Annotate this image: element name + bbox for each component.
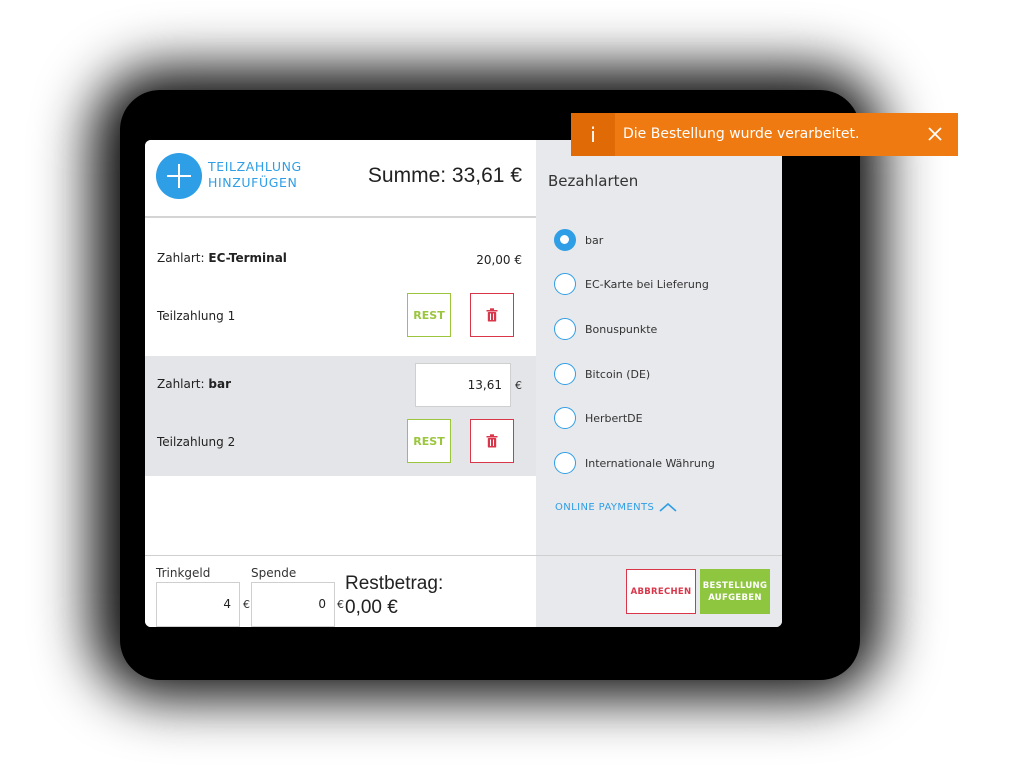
radio-button[interactable] (554, 229, 576, 251)
payment-option-bar[interactable]: bar (554, 228, 603, 252)
close-icon[interactable] (926, 125, 944, 143)
payment-option-label: EC-Karte bei Lieferung (585, 277, 709, 291)
radio-button[interactable] (554, 407, 576, 429)
total-sum: Summe: 33,61 € (367, 164, 522, 187)
notification-toast: i Die Bestellung wurde verarbeitet. (571, 113, 958, 156)
radio-button[interactable] (554, 318, 576, 340)
currency-symbol: € (515, 379, 522, 392)
payment-option-bonuspoints[interactable]: Bonuspunkte (554, 317, 657, 341)
tip-input[interactable]: 4 (156, 582, 240, 627)
radio-button[interactable] (554, 363, 576, 385)
payment-amount: 20,00 € (476, 253, 522, 267)
cancel-button[interactable]: ABBRECHEN (626, 569, 696, 614)
payment-option-ec-card[interactable]: EC-Karte bei Lieferung (554, 272, 709, 296)
rest-button[interactable]: REST (407, 419, 451, 463)
place-order-button[interactable]: BESTELLUNG AUFGEBEN (700, 569, 770, 614)
payment-method-prefix: Zahlart: (157, 251, 205, 265)
tip-label: Trinkgeld (156, 566, 211, 580)
partial-payment-1: Zahlart: EC-Terminal 20,00 € Teilzahlung… (145, 218, 536, 356)
radio-button[interactable] (554, 452, 576, 474)
partial-payment-name: Teilzahlung 2 (157, 435, 236, 449)
toast-message: Die Bestellung wurde verarbeitet. (623, 126, 860, 142)
tip-currency: € (243, 598, 250, 611)
place-order-label-line1: BESTELLUNG (702, 580, 768, 591)
payment-method-value: EC-Terminal (208, 251, 287, 265)
partial-payment-name: Teilzahlung 1 (157, 309, 236, 323)
place-order-label-line2: AUFGEBEN (708, 592, 762, 603)
radio-button[interactable] (554, 273, 576, 295)
payment-option-herbertde[interactable]: HerbertDE (554, 406, 643, 430)
payment-option-international-currency[interactable]: Internationale Währung (554, 451, 715, 475)
donation-label: Spende (251, 566, 297, 580)
place-order-label: BESTELLUNG AUFGEBEN (703, 580, 768, 604)
payment-option-bitcoin[interactable]: Bitcoin (DE) (554, 362, 650, 386)
payment-option-label: Bitcoin (DE) (585, 367, 651, 381)
trash-icon (486, 434, 498, 448)
online-payments-toggle[interactable]: ONLINE PAYMENTS (555, 501, 678, 513)
payment-option-label: bar (585, 233, 604, 247)
rest-button[interactable]: REST (407, 293, 451, 337)
online-payments-label: ONLINE PAYMENTS (555, 501, 655, 513)
chevron-up-icon (659, 502, 677, 512)
payment-option-label: HerbertDE (585, 411, 643, 425)
remaining-value: 0,00 € (345, 597, 398, 618)
payment-option-label: Bonuspunkte (585, 322, 658, 336)
partial-payments-panel: TEILZAHLUNG HINZUFÜGEN Summe: 33,61 € Za… (145, 140, 536, 627)
delete-payment-button[interactable] (470, 419, 514, 463)
payment-method-value: bar (208, 377, 231, 391)
payment-method-text: Zahlart: bar (157, 377, 231, 391)
payment-dialog: TEILZAHLUNG HINZUFÜGEN Summe: 33,61 € Za… (145, 140, 782, 627)
add-partial-payment-button[interactable] (156, 153, 202, 199)
trash-icon (486, 308, 498, 322)
remaining-amount: Restbetrag: 0,00 € (345, 572, 443, 620)
remaining-label: Restbetrag: (345, 573, 444, 594)
payment-option-label: Internationale Währung (585, 456, 715, 470)
add-partial-payment-label[interactable]: TEILZAHLUNG HINZUFÜGEN (208, 159, 318, 191)
donation-input[interactable]: 0 (251, 582, 335, 627)
payment-methods-title: Bezahlarten (548, 172, 639, 190)
payment-amount-input[interactable]: 13,61 (415, 363, 511, 407)
info-icon: i (571, 113, 615, 156)
partial-payment-2: Zahlart: bar 13,61 € Teilzahlung 2 REST (145, 356, 536, 476)
payment-method-text: Zahlart: EC-Terminal (157, 251, 287, 265)
donation-currency: € (337, 598, 344, 611)
delete-payment-button[interactable] (470, 293, 514, 337)
footer-divider (145, 555, 782, 556)
payment-methods-panel: Bezahlarten bar EC-Karte bei Lieferung B… (536, 140, 782, 627)
payment-method-prefix: Zahlart: (157, 377, 205, 391)
